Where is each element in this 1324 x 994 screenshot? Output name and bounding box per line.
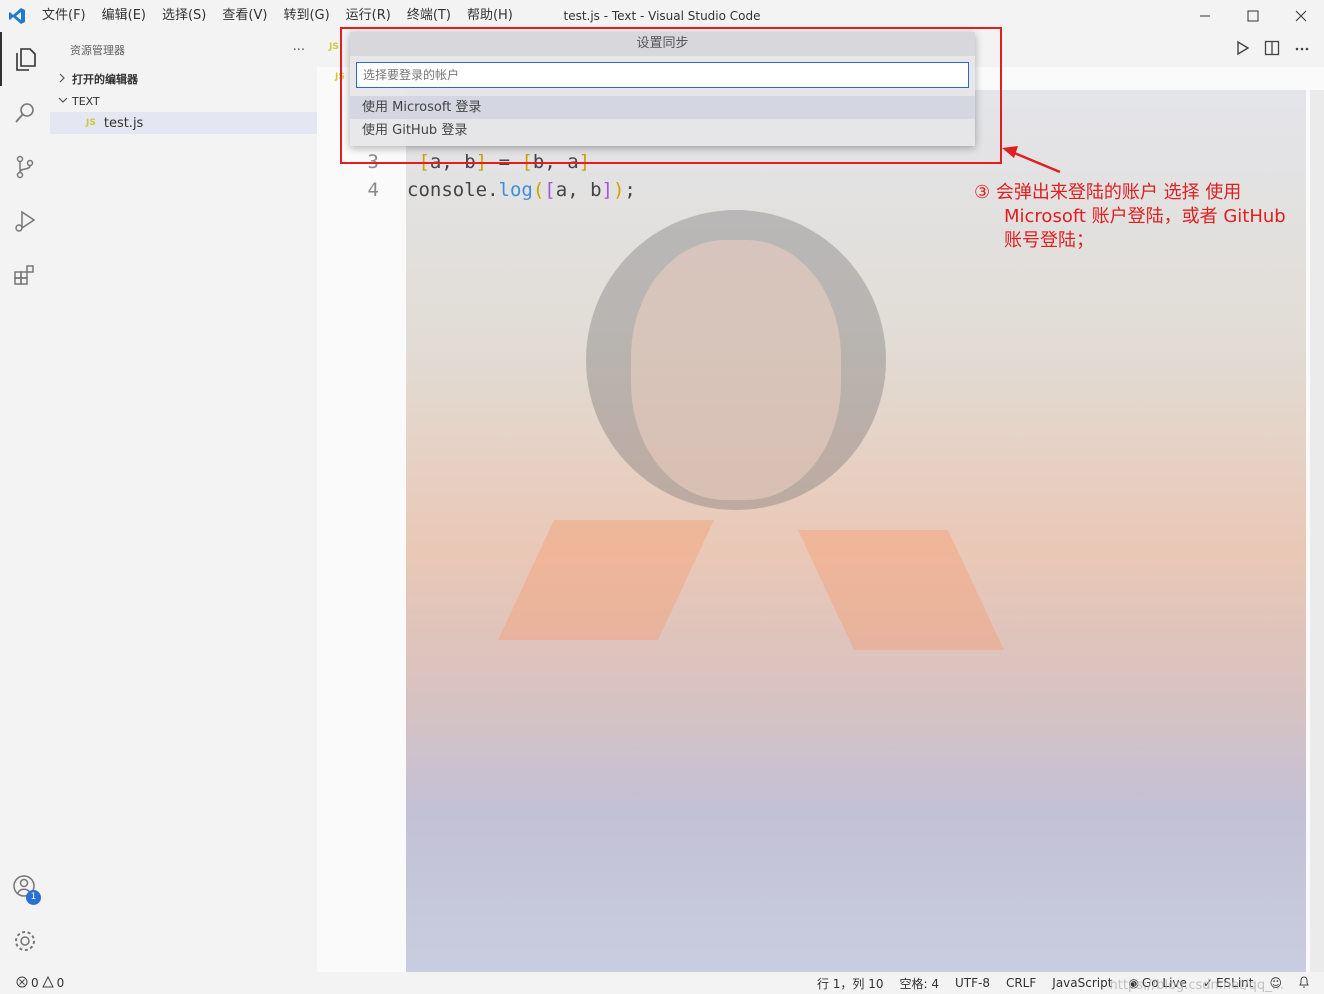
file-label: test.js [103, 115, 144, 131]
editor-actions [1236, 40, 1310, 60]
activity-bar: 1 [0, 32, 50, 972]
js-file-icon: JS [86, 118, 96, 128]
photo-collar-left [498, 520, 714, 640]
explorer-icon[interactable] [0, 32, 50, 86]
menu-edit[interactable]: 编辑(E) [94, 0, 154, 32]
accounts-badge: 1 [26, 890, 41, 905]
tab-js-icon[interactable]: JS [329, 42, 339, 52]
menu-file[interactable]: 文件(F) [34, 0, 94, 32]
explorer-title: 资源管理器 [70, 44, 125, 57]
annotation-highlight-box [340, 27, 1002, 164]
open-editors-section[interactable]: 打开的编辑器 [50, 68, 317, 90]
annotation-line-3: 账号登陆； [1004, 230, 1094, 251]
annotation-line-1: ③ 会弹出来登陆的账户 选择 使用 [974, 182, 1242, 203]
vscode-logo-icon [0, 0, 34, 32]
menu-view[interactable]: 查看(V) [214, 0, 275, 32]
code-token: console. [407, 179, 499, 201]
editor-area: JS JS 3 [a, b] = [b, a] 4 console.log([a, … [317, 32, 1324, 972]
code-token: ) [612, 179, 625, 201]
bell-icon[interactable] [1298, 975, 1310, 991]
watermark-text: https://blog.csdn.net/qq_... [1109, 978, 1284, 993]
search-icon[interactable] [0, 86, 50, 140]
warning-icon [41, 975, 54, 991]
chevron-right-icon [58, 73, 72, 86]
source-control-icon[interactable] [0, 140, 50, 194]
minimize-button[interactable] [1182, 0, 1228, 32]
folder-label: TEXT [72, 94, 100, 108]
code-token: [ [544, 179, 556, 201]
line-ending[interactable]: CRLF [1006, 976, 1036, 990]
photo-collar-right [798, 530, 1004, 650]
code-token: ; [624, 179, 636, 201]
gear-icon[interactable] [0, 914, 50, 968]
run-icon[interactable] [1236, 40, 1250, 60]
chevron-down-icon [58, 96, 72, 107]
error-count: 0 [31, 976, 39, 990]
open-editors-label: 打开的编辑器 [72, 73, 138, 86]
indentation[interactable]: 空格: 4 [899, 975, 939, 992]
code-token: ] [601, 179, 613, 201]
close-button[interactable] [1278, 0, 1324, 32]
warning-count: 0 [56, 976, 65, 990]
code-text: console.log([a, b]); [407, 179, 636, 201]
code-token: a, b [555, 179, 602, 201]
code-token: log [498, 179, 533, 201]
code-token: ( [532, 179, 545, 201]
explorer-sidebar: 资源管理器 ··· 打开的编辑器 TEXT JS test.js [50, 32, 317, 972]
folder-section[interactable]: TEXT [50, 90, 317, 112]
maximize-button[interactable] [1230, 0, 1276, 32]
file-item-test-js[interactable]: JS test.js [50, 112, 317, 134]
menu-go[interactable]: 转到(G) [275, 0, 337, 32]
line-number: 4 [367, 179, 379, 201]
more-actions-icon[interactable] [1294, 40, 1310, 60]
run-debug-icon[interactable] [0, 194, 50, 248]
annotation-arrow-icon [1002, 146, 1061, 174]
explorer-header: 资源管理器 ··· [50, 32, 317, 68]
language-mode[interactable]: JavaScript [1052, 976, 1112, 990]
annotation-line-2: Microsoft 账户登陆，或者 GitHub [1004, 206, 1286, 227]
encoding[interactable]: UTF-8 [955, 976, 990, 990]
annotation-text: ③ 会弹出来登陆的账户 选择 使用 Microsoft 账户登陆，或者 GitH… [974, 181, 1314, 253]
explorer-more-button[interactable]: ··· [293, 43, 305, 58]
cursor-position[interactable]: 行 1，列 10 [817, 975, 884, 992]
error-icon [16, 976, 28, 991]
accounts-icon[interactable]: 1 [0, 860, 50, 914]
problems-indicator[interactable]: 0 0 [0, 975, 65, 991]
photo-face-shape [631, 240, 841, 500]
split-editor-icon[interactable] [1264, 40, 1280, 60]
extensions-icon[interactable] [0, 248, 50, 302]
menu-selection[interactable]: 选择(S) [154, 0, 214, 32]
